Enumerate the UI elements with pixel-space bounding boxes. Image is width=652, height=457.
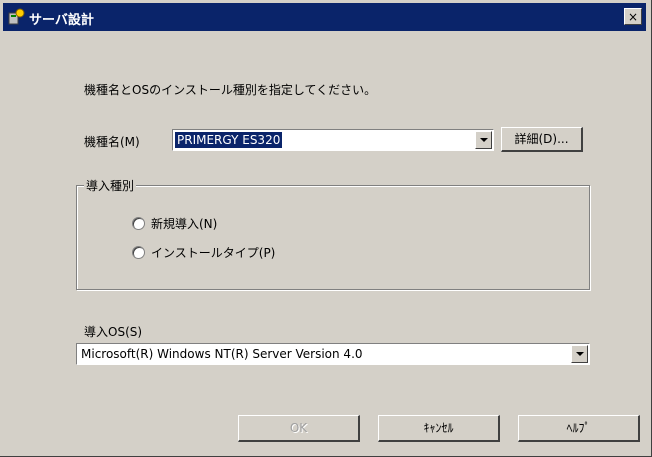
chevron-down-icon[interactable] xyxy=(571,345,588,363)
ok-button[interactable]: OK xyxy=(238,415,360,442)
radio-new-install-label: 新規導入(N) xyxy=(151,217,218,231)
app-icon xyxy=(7,8,25,26)
radio-install-type[interactable]: インストールタイプ(P) xyxy=(132,244,275,261)
radio-button[interactable] xyxy=(132,217,145,230)
window-title: サーバ設計 xyxy=(29,13,94,28)
instruction-text: 機種名とOSのインストール種別を指定してください。 xyxy=(84,83,377,97)
model-label: 機種名(M) xyxy=(84,135,140,149)
detail-button[interactable]: 詳細(D)... xyxy=(501,127,583,152)
help-button[interactable]: ﾍﾙﾌﾟ xyxy=(518,415,640,442)
install-os-label: 導入OS(S) xyxy=(84,325,143,339)
install-type-group-title: 導入種別 xyxy=(84,177,137,194)
server-design-dialog: サーバ設計 × 機種名とOSのインストール種別を指定してください。 機種名(M)… xyxy=(0,0,652,457)
close-icon[interactable]: × xyxy=(624,8,642,25)
install-type-group xyxy=(76,185,590,290)
radio-new-install[interactable]: 新規導入(N) xyxy=(132,215,217,232)
install-os-select-value: Microsoft(R) Windows NT(R) Server Versio… xyxy=(81,347,363,361)
cancel-button[interactable]: ｷｬﾝｾﾙ xyxy=(378,415,500,442)
title-bar[interactable]: サーバ設計 × xyxy=(3,3,646,31)
install-os-select[interactable]: Microsoft(R) Windows NT(R) Server Versio… xyxy=(76,343,590,365)
radio-install-type-label: インストールタイプ(P) xyxy=(151,246,276,260)
chevron-down-icon[interactable] xyxy=(475,131,492,149)
model-select[interactable]: PRIMERGY ES320 xyxy=(172,129,494,151)
radio-button[interactable] xyxy=(132,246,145,259)
model-select-value: PRIMERGY ES320 xyxy=(175,132,283,148)
